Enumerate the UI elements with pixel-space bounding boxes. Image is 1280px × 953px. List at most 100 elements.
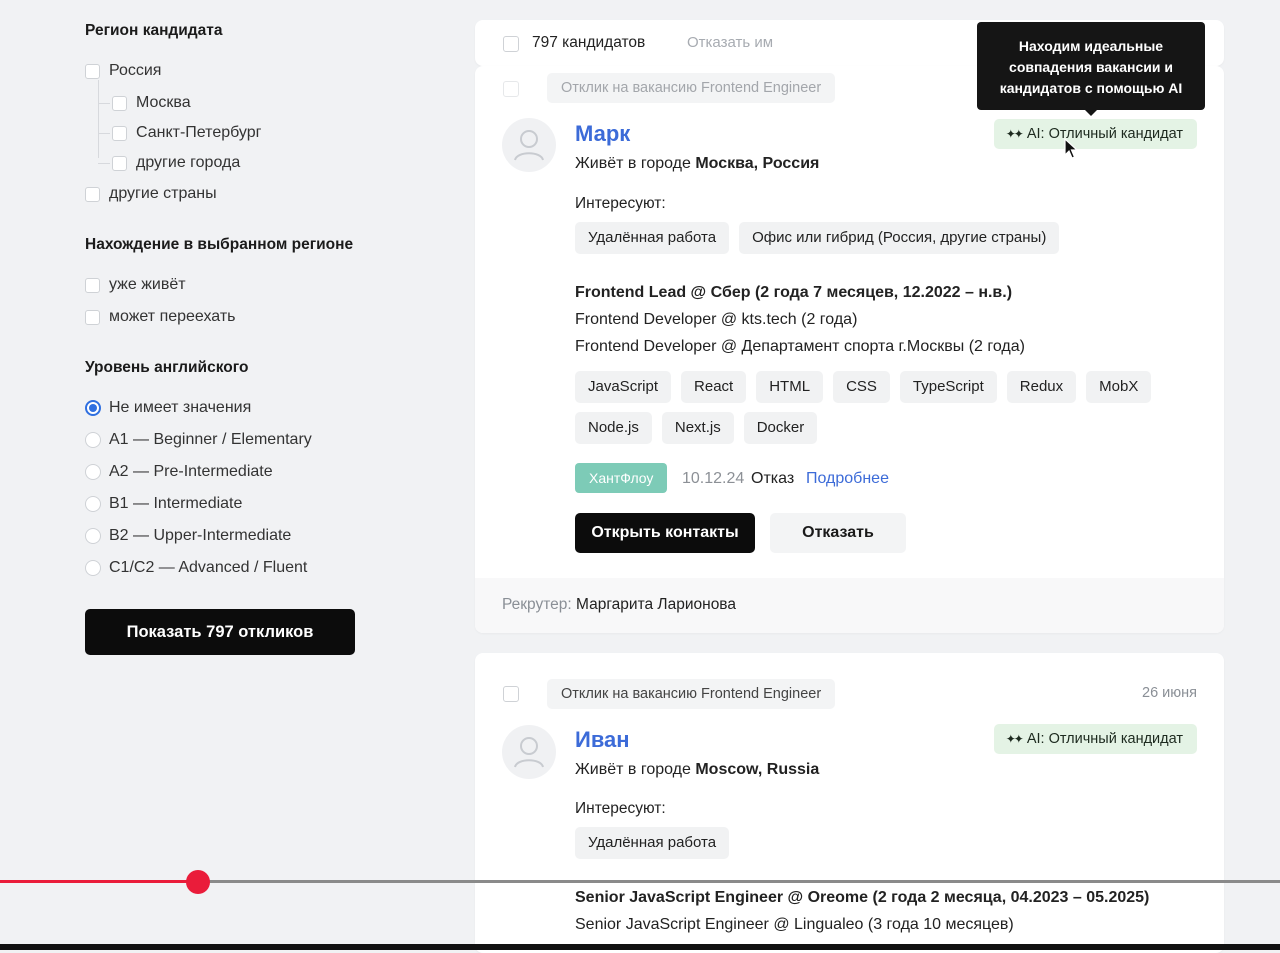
candidate-location: Живёт в городе Moscow, Russia <box>575 761 819 779</box>
user-placeholder-icon <box>514 130 544 161</box>
candidate-name[interactable]: Марк <box>575 121 630 147</box>
vacancy-tag: Отклик на вакансию Frontend Engineer <box>547 679 836 709</box>
radio-button[interactable] <box>85 464 101 480</box>
radio-button[interactable] <box>85 400 101 416</box>
region-option-spb[interactable]: Санкт-Петербург <box>112 121 261 145</box>
candidate-select-checkbox[interactable] <box>503 686 519 702</box>
experience-current: Frontend Lead @ Сбер (2 года 7 месяцев, … <box>575 284 1013 301</box>
candidate-name[interactable]: Иван <box>575 727 630 753</box>
english-filter-title: Уровень английского <box>85 359 249 376</box>
skill-chip: HTML <box>756 371 824 403</box>
checkbox[interactable] <box>85 186 100 202</box>
region-filter-title: Регион кандидата <box>85 22 223 39</box>
english-option-a2[interactable]: A2 — Pre-Intermediate <box>85 460 273 484</box>
reject-button[interactable]: Отказать <box>770 513 906 553</box>
experience-item: Senior JavaScript Engineer @ Lingualeo (… <box>575 916 1014 933</box>
video-progress-fill <box>0 880 199 883</box>
tree-connector <box>98 80 99 158</box>
skill-chip: React <box>681 371 747 403</box>
option-label: Россия <box>109 62 162 79</box>
response-date: 26 июня <box>1142 685 1197 701</box>
tree-connector <box>98 103 110 104</box>
location-prefix: Живёт в городе <box>575 155 696 172</box>
vacancy-tag: Отклик на вакансию Frontend Engineer <box>547 73 836 103</box>
option-label: B1 — Intermediate <box>109 495 243 512</box>
skill-chip: Docker <box>743 412 818 444</box>
english-option-c1c2[interactable]: C1/C2 — Advanced / Fluent <box>85 556 307 580</box>
player-bottom-edge <box>0 944 1280 950</box>
video-progress-handle[interactable] <box>186 870 211 894</box>
select-all-checkbox[interactable] <box>503 36 519 52</box>
tooltip-line: Находим идеальные <box>1018 38 1164 54</box>
ai-match-badge[interactable]: ✦✦ AI: Отличный кандидат <box>993 724 1197 754</box>
ai-badge-label: AI: Отличный кандидат <box>1026 731 1183 747</box>
candidates-count: 797 кандидатов <box>532 34 646 51</box>
skill-chip: Next.js <box>661 412 734 444</box>
region-option-russia[interactable]: Россия <box>85 59 161 83</box>
presence-option-lives[interactable]: уже живёт <box>85 273 186 297</box>
checkbox[interactable] <box>85 277 100 293</box>
english-option-b1[interactable]: B1 — Intermediate <box>85 492 242 516</box>
experience-current: Senior JavaScript Engineer @ Oreome (2 г… <box>575 889 1150 906</box>
reject-all-link[interactable]: Отказать им <box>687 34 773 51</box>
skill-chip: CSS <box>833 371 890 403</box>
sparkle-icon: ✦✦ <box>1005 732 1024 746</box>
interest-chip: Удалённая работа <box>575 827 730 859</box>
ai-badge-label: AI: Отличный кандидат <box>1026 126 1183 142</box>
presence-option-relocate[interactable]: может переехать <box>85 305 236 329</box>
radio-button[interactable] <box>85 528 101 544</box>
option-label: A1 — Beginner / Elementary <box>109 431 312 448</box>
option-label: A2 — Pre-Intermediate <box>109 463 273 480</box>
checkbox[interactable] <box>112 155 127 171</box>
option-label: B2 — Upper-Intermediate <box>109 527 292 544</box>
option-label: может переехать <box>109 308 236 325</box>
radio-button[interactable] <box>85 432 101 448</box>
presence-filter-title: Нахождение в выбранном регионе <box>85 236 354 253</box>
option-label: другие страны <box>109 185 217 202</box>
region-option-moscow[interactable]: Москва <box>112 91 191 115</box>
video-progress-bar[interactable] <box>0 870 1280 894</box>
experience-item: Frontend Developer @ Департамент спорта … <box>575 338 1025 355</box>
candidate-select-checkbox[interactable] <box>503 81 519 97</box>
option-label: Санкт-Петербург <box>136 124 262 141</box>
skill-chip: Node.js <box>575 412 652 444</box>
recruiter-footer: Рекрутер: Маргарита Ларионова <box>475 578 1224 633</box>
history-details-link[interactable]: Подробнее <box>806 470 889 488</box>
interest-chip: Удалённая работа <box>575 222 730 254</box>
english-option-any[interactable]: Не имеет значения <box>85 396 251 420</box>
interests-list: Удалённая работа <box>575 827 1195 859</box>
english-option-a1[interactable]: A1 — Beginner / Elementary <box>85 428 312 452</box>
checkbox[interactable] <box>112 125 127 141</box>
sparkle-icon: ✦✦ <box>1005 127 1024 141</box>
tree-connector <box>98 133 110 134</box>
recruiter-name: Маргарита Ларионова <box>576 596 736 613</box>
checkbox[interactable] <box>112 95 127 111</box>
avatar <box>502 725 556 779</box>
ai-match-badge[interactable]: ✦✦ AI: Отличный кандидат <box>993 119 1197 149</box>
region-option-other-countries[interactable]: другие страны <box>85 182 217 206</box>
skill-chip: Redux <box>1006 371 1077 403</box>
region-option-other-cities[interactable]: другие города <box>112 151 240 175</box>
interests-label: Интересуют: <box>575 800 666 817</box>
checkbox[interactable] <box>85 63 100 79</box>
skill-chip: MobX <box>1086 371 1152 403</box>
english-option-b2[interactable]: B2 — Upper-Intermediate <box>85 524 291 548</box>
radio-button[interactable] <box>85 560 101 576</box>
recruiter-label: Рекрутер: <box>502 596 577 613</box>
tooltip-line: совпадения вакансии и <box>1009 59 1173 75</box>
radio-button[interactable] <box>85 496 101 512</box>
location-prefix: Живёт в городе <box>575 761 696 778</box>
checkbox[interactable] <box>85 309 100 325</box>
option-label: Москва <box>136 94 191 111</box>
experience-item: Frontend Developer @ kts.tech (2 года) <box>575 311 858 328</box>
option-label: уже живёт <box>109 276 186 293</box>
interest-chip: Офис или гибрид (Россия, другие страны) <box>739 222 1060 254</box>
candidate-location: Живёт в городе Москва, Россия <box>575 155 819 173</box>
skill-chip: JavaScript <box>575 371 672 403</box>
open-contacts-button[interactable]: Открыть контакты <box>575 513 755 553</box>
show-responses-button[interactable]: Показать 797 откликов <box>85 609 355 655</box>
skills-list: JavaScript React HTML CSS TypeScript Red… <box>575 371 1195 444</box>
tooltip-line: кандидатов с помощью AI <box>999 80 1183 96</box>
interests-list: Удалённая работа Офис или гибрид (Россия… <box>575 222 1195 254</box>
skill-chip: TypeScript <box>899 371 997 403</box>
